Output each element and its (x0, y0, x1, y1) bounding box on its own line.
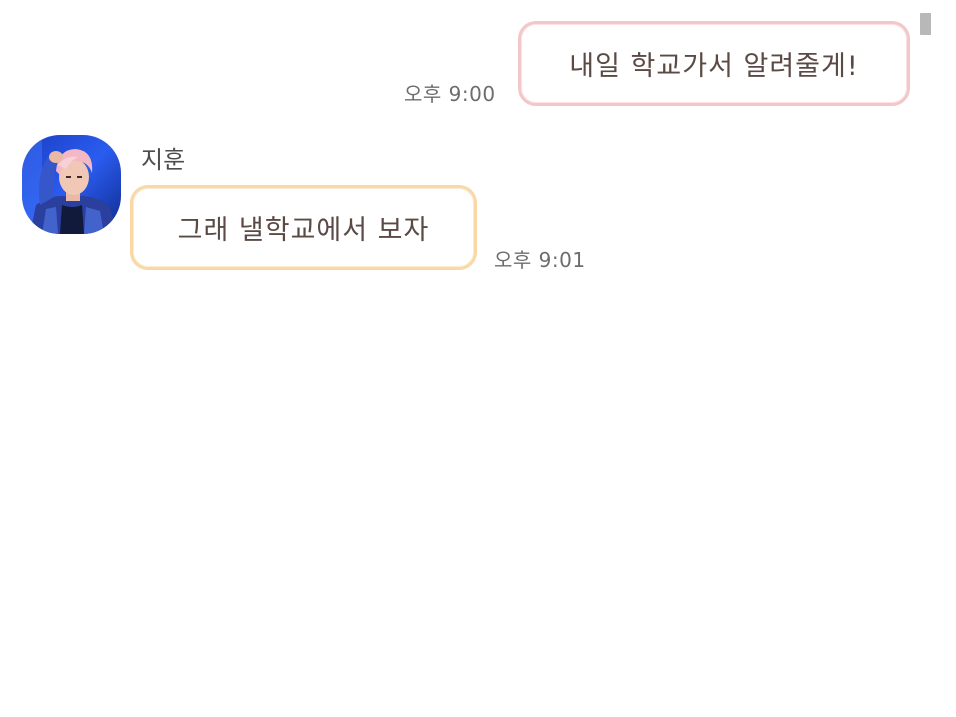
profile-photo-icon (22, 135, 121, 234)
outgoing-message-time: 오후 9:00 (404, 82, 496, 106)
outgoing-message-bubble[interactable]: 내일 학교가서 알려줄게! (518, 21, 910, 106)
scrollbar-thumb[interactable] (920, 13, 931, 35)
outgoing-message-text: 내일 학교가서 알려줄게! (569, 51, 859, 82)
incoming-message-time: 오후 9:01 (494, 248, 586, 272)
sender-name: 지훈 (141, 146, 186, 174)
incoming-message-text: 그래 낼학교에서 보자 (177, 215, 430, 246)
incoming-message-bubble[interactable]: 그래 낼학교에서 보자 (130, 185, 477, 270)
avatar[interactable] (22, 135, 121, 234)
